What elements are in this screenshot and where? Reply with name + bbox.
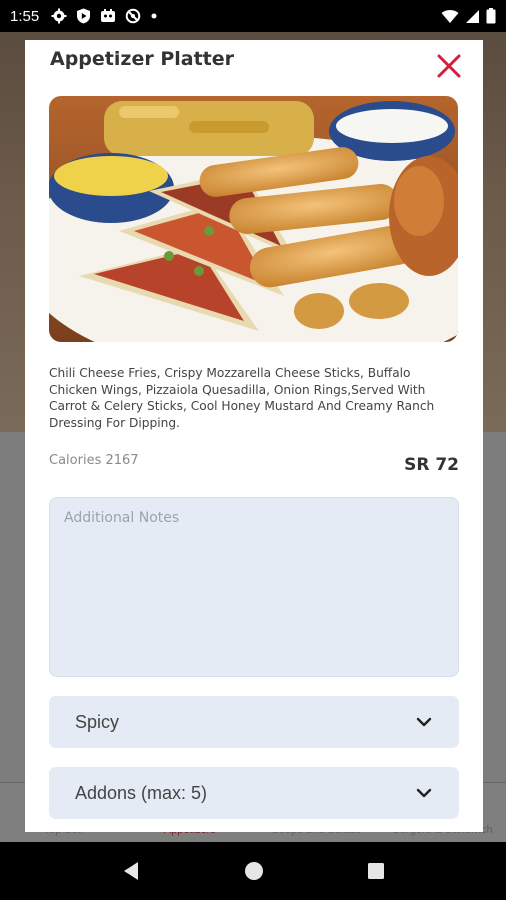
home-icon[interactable] (244, 861, 264, 881)
item-description: Chili Cheese Fries, Crispy Mozzarella Ch… (49, 366, 435, 430)
signal-icon (466, 9, 479, 23)
food-image (49, 96, 458, 342)
status-bar: 1:55 (0, 0, 506, 32)
status-time: 1:55 (10, 7, 40, 25)
back-icon[interactable] (121, 860, 141, 882)
gear-icon (51, 8, 67, 24)
chevron-down-icon (416, 788, 432, 798)
play-shield-icon (77, 8, 91, 24)
navigation-bar (0, 842, 506, 900)
addons-dropdown[interactable]: Addons (max: 5) (49, 767, 459, 819)
spicy-dropdown-label: Spicy (75, 711, 120, 732)
no-sync-icon (125, 8, 141, 24)
calories-text: Calories 2167 (49, 453, 139, 468)
item-detail-modal: Appetizer Platter Chili Cheese Fries, Cr… (25, 40, 483, 832)
spicy-dropdown[interactable]: Spicy (49, 696, 459, 748)
wifi-icon (441, 9, 459, 23)
addons-dropdown-label: Addons (max: 5) (75, 782, 208, 803)
close-button[interactable] (433, 50, 465, 82)
additional-notes-input[interactable] (49, 497, 459, 677)
robot-icon (101, 9, 116, 22)
modal-title: Appetizer Platter (50, 48, 234, 70)
price-text: SR 72 (404, 455, 459, 475)
close-icon (437, 54, 461, 78)
recents-icon[interactable] (367, 862, 385, 880)
battery-icon (486, 8, 496, 24)
chevron-down-icon (416, 717, 432, 727)
dot-icon (151, 13, 157, 19)
